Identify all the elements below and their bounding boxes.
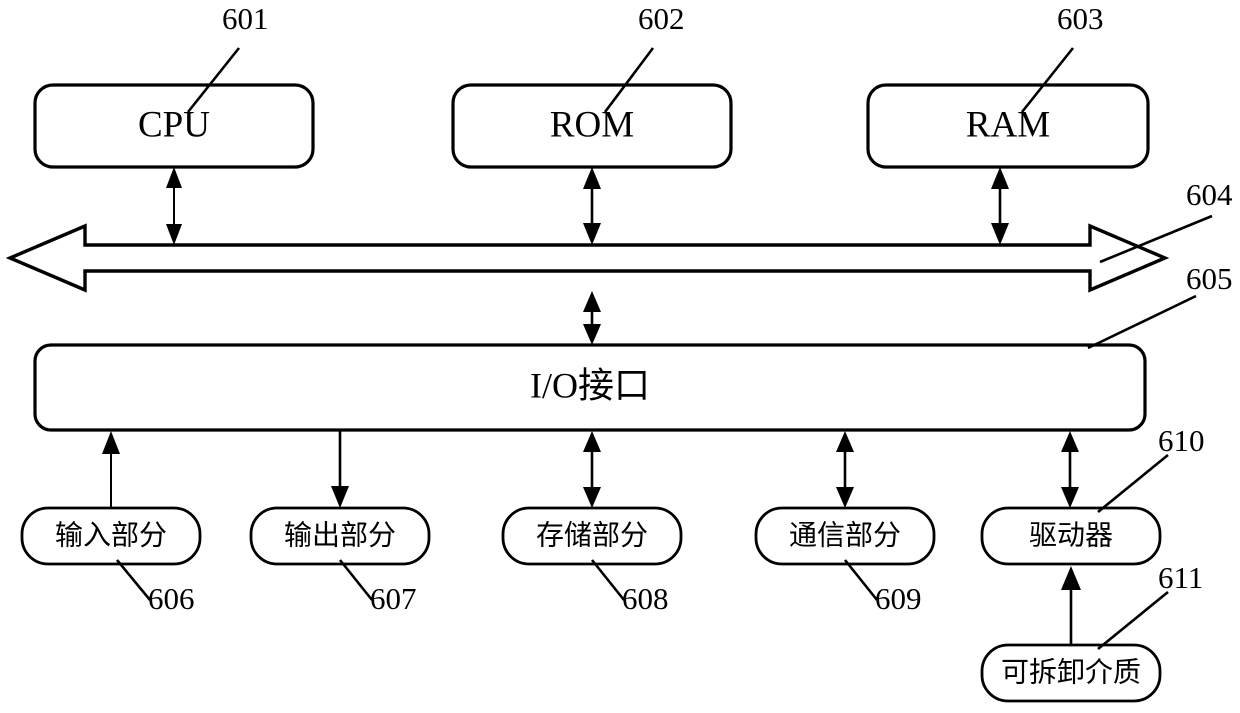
driver-io-connector [1061,431,1079,508]
driver-io-arrow-down [1061,487,1079,508]
system-bus-arrow [5,223,1170,293]
storage-io-arrow-up [583,431,601,452]
driver-media-arrow-up [1061,566,1081,590]
communication-part-label: 通信部分 [789,519,901,551]
bus-io-arrow-down [583,324,601,345]
ram-label: RAM [966,104,1050,145]
ref-608-label: 608 [622,581,669,616]
bus-io-arrow-up [583,291,601,312]
rom-bus-connector [583,167,601,245]
output-part-label: 输出部分 [284,519,396,551]
rom-block: ROM [451,83,733,169]
driver-media-connector [1061,566,1081,645]
input-part-label: 输入部分 [55,519,167,551]
ram-bus-arrow-down [991,223,1009,245]
output-io-connector [331,431,349,508]
diagram-canvas: CPU ROM RAM 601 602 603 604 I/O接口 605 输入… [5,1,1233,703]
ref-611-group: 611 [1097,560,1203,651]
input-io-arrow-up [102,431,120,454]
ref-607-leader-line [338,559,374,601]
ref-605-leader-line [1087,294,1197,350]
ref-611-leader-line [1097,590,1169,651]
ref-602-label: 602 [638,1,685,36]
io-interface-label: I/O接口 [530,365,650,405]
input-part-block: 输入部分 [20,506,202,566]
system-bus-block [5,223,1170,293]
ram-block: RAM [866,83,1150,169]
driver-label: 驱动器 [1029,520,1113,551]
rom-label: ROM [550,104,634,145]
ref-609-group: 609 [843,559,922,616]
ref-603-label: 603 [1057,1,1104,36]
input-io-connector [102,431,120,508]
communication-part-block: 通信部分 [754,506,936,566]
output-part-block: 输出部分 [249,506,431,566]
communication-io-connector [836,431,854,508]
io-interface-block: I/O接口 [33,343,1147,432]
ref-611-label: 611 [1158,560,1203,595]
ref-605-label: 605 [1186,261,1233,296]
cpu-label: CPU [138,104,210,145]
communication-io-arrow-up [836,431,854,452]
ref-610-group: 610 [1097,423,1205,514]
ref-609-leader-line [843,559,879,601]
storage-io-arrow-down [583,487,601,508]
ref-610-leader-line [1097,453,1169,514]
ref-606-group: 606 [115,559,195,616]
ram-bus-arrow-up [991,167,1009,189]
cpu-bus-connector [166,167,182,245]
system-block-diagram: CPU ROM RAM 601 602 603 604 I/O接口 605 输入… [0,0,1240,713]
ram-bus-connector [991,167,1009,245]
ref-606-label: 606 [148,581,195,616]
ref-604-label: 604 [1186,177,1233,212]
ref-609-label: 609 [875,581,922,616]
cpu-bus-arrow-up [166,167,182,188]
output-io-arrow-down [331,486,349,508]
storage-part-block: 存储部分 [501,506,683,566]
ref-610-label: 610 [1158,423,1205,458]
rom-bus-arrow-down [583,223,601,245]
cpu-bus-arrow-down [166,224,182,245]
communication-io-arrow-down [836,487,854,508]
removable-media-label: 可拆卸介质 [1001,656,1141,688]
cpu-block: CPU [33,83,315,169]
removable-media-block: 可拆卸介质 [980,643,1162,703]
ref-607-label: 607 [370,581,417,616]
ref-606-leader-line [115,559,152,601]
ref-608-leader-line [590,559,626,601]
storage-io-connector [583,431,601,508]
bus-io-connector [583,291,601,345]
driver-io-arrow-up [1061,431,1079,452]
ref-607-group: 607 [338,559,417,616]
ref-608-group: 608 [590,559,669,616]
driver-block: 驱动器 [980,506,1162,566]
storage-part-label: 存储部分 [536,519,648,551]
rom-bus-arrow-up [583,167,601,189]
ref-601-label: 601 [222,1,269,36]
